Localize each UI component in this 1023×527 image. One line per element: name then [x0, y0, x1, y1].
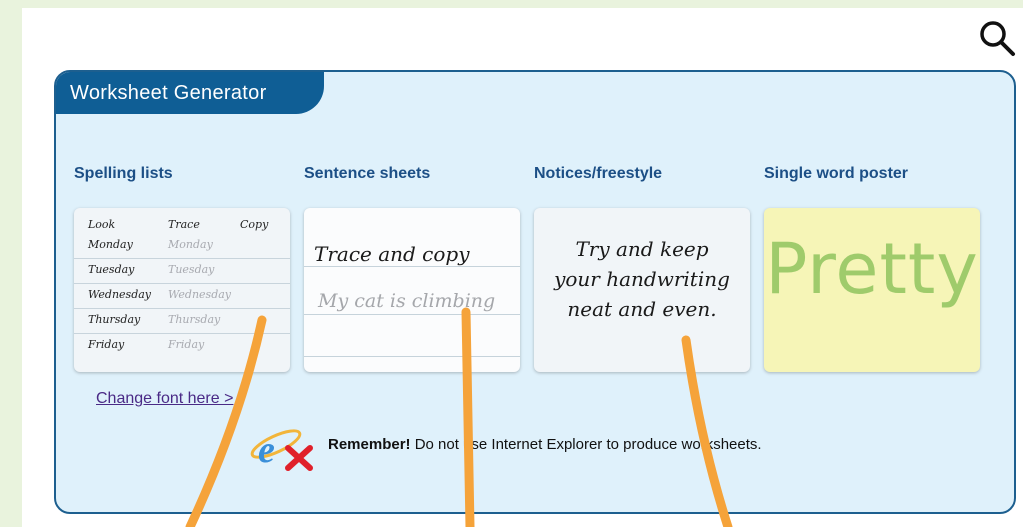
rule-line [304, 314, 520, 315]
spelling-word: Thursday [88, 313, 141, 326]
spelling-header-trace: Trace [168, 218, 200, 231]
spelling-header-look: Look [88, 218, 116, 231]
spelling-word: Monday [88, 238, 133, 251]
category-title-sentence[interactable]: Sentence sheets [304, 165, 430, 183]
single-word-poster-card[interactable]: Pretty [764, 208, 980, 372]
worksheet-generator-panel: Worksheet Generator Spelling lists Sente… [54, 70, 1016, 514]
spelling-trace: Tuesday [168, 263, 215, 276]
spelling-row: Friday Friday [74, 334, 290, 358]
poster-word: Pretty [765, 228, 979, 310]
search-icon[interactable] [977, 18, 1017, 58]
spelling-word: Wednesday [88, 288, 152, 301]
spelling-trace: Wednesday [168, 288, 232, 301]
category-title-poster[interactable]: Single word poster [764, 165, 908, 183]
spelling-word: Tuesday [88, 263, 135, 276]
page: Worksheet Generator Spelling lists Sente… [22, 8, 1023, 527]
rule-line [304, 266, 520, 267]
sentence-sheets-card[interactable]: Trace and copy My cat is climbing [304, 208, 520, 372]
freestyle-line-1: Try and keep [575, 237, 709, 261]
category-title-notices[interactable]: Notices/freestyle [534, 165, 662, 183]
sentence-line-1: Trace and copy [314, 242, 470, 266]
notices-freestyle-card[interactable]: Try and keep your handwriting neat and e… [534, 208, 750, 372]
freestyle-text: Try and keep your handwriting neat and e… [534, 234, 750, 324]
internet-explorer-icon: e [250, 429, 313, 471]
spelling-trace: Friday [168, 338, 205, 351]
reminder-body: Do not use Internet Explorer to produce … [410, 436, 762, 453]
panel-title: Worksheet Generator [56, 72, 324, 114]
spelling-row: Wednesday Wednesday [74, 284, 290, 309]
change-font-link[interactable]: Change font here > [96, 390, 233, 408]
freestyle-line-3: neat and even. [567, 297, 717, 321]
red-cross-icon [285, 445, 313, 471]
spelling-word: Friday [88, 338, 125, 351]
category-title-spelling[interactable]: Spelling lists [74, 165, 173, 183]
svg-text:e: e [258, 429, 275, 471]
reminder-text: Remember! Do not use Internet Explorer t… [328, 436, 762, 453]
spelling-row: Thursday Thursday [74, 309, 290, 334]
spelling-header-copy: Copy [240, 218, 269, 231]
freestyle-line-2: your handwriting [554, 267, 730, 291]
spelling-trace: Monday [168, 238, 213, 251]
reminder-bold: Remember! [328, 436, 411, 453]
spelling-header-row: Look Trace Copy [74, 214, 290, 236]
spelling-row: Tuesday Tuesday [74, 259, 290, 284]
spelling-trace: Thursday [168, 313, 221, 326]
spelling-row: Monday Monday [74, 234, 290, 259]
rule-line [304, 356, 520, 357]
sentence-line-2: My cat is climbing [318, 290, 496, 312]
spelling-lists-card[interactable]: Look Trace Copy Monday Monday Tuesday Tu… [74, 208, 290, 372]
